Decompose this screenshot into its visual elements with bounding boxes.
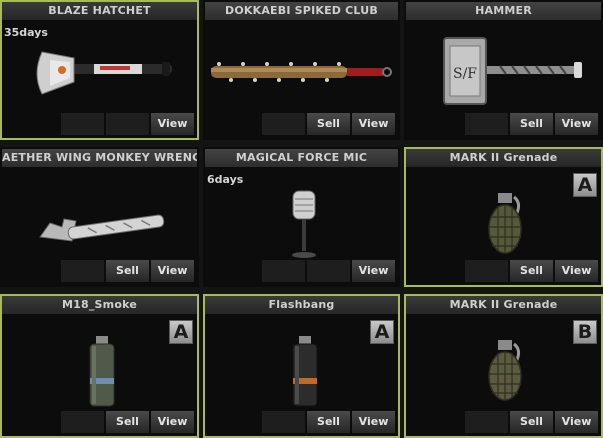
item-name: MARK II Grenade bbox=[406, 296, 601, 314]
wrench-icon bbox=[2, 169, 197, 257]
spiked-club-icon bbox=[205, 22, 398, 110]
item-card-dokkaebi-spiked-club[interactable]: DOKKAEBI SPIKED CLUB Sell View bbox=[203, 0, 400, 140]
item-name: MARK II Grenade bbox=[406, 149, 601, 167]
action-bar: Sell View bbox=[262, 113, 395, 135]
view-button[interactable]: View bbox=[352, 113, 395, 135]
empty-slot bbox=[465, 260, 508, 282]
sell-button[interactable]: Sell bbox=[510, 411, 553, 433]
action-bar: Sell View bbox=[465, 113, 598, 135]
item-card-magical-force-mic[interactable]: MAGICAL FORCE MIC 6days View bbox=[203, 147, 400, 287]
view-button[interactable]: View bbox=[151, 260, 194, 282]
microphone-icon bbox=[205, 169, 398, 258]
hammer-icon: S/F bbox=[406, 22, 601, 110]
action-bar: Sell View bbox=[61, 260, 194, 282]
inventory-grid: BLAZE HATCHET 35days View DOKKAEBI SPIKE… bbox=[0, 0, 603, 438]
empty-slot bbox=[262, 113, 305, 135]
item-name: DOKKAEBI SPIKED CLUB bbox=[205, 2, 398, 20]
sell-button[interactable]: Sell bbox=[510, 113, 553, 135]
empty-slot bbox=[465, 113, 508, 135]
view-button[interactable]: View bbox=[151, 113, 194, 135]
flashbang-icon bbox=[205, 316, 398, 408]
item-name: AETHER WING MONKEY WRENCH bbox=[2, 149, 197, 167]
sell-button[interactable]: Sell bbox=[510, 260, 553, 282]
item-card-mark-ii-grenade-b[interactable]: MARK II Grenade B Sell View bbox=[404, 294, 603, 438]
empty-slot bbox=[106, 113, 149, 135]
sell-button[interactable]: Sell bbox=[106, 411, 149, 433]
hammer-emblem: S/F bbox=[453, 66, 477, 82]
view-button[interactable]: View bbox=[555, 411, 598, 433]
action-bar: View bbox=[61, 113, 194, 135]
item-card-m18-smoke[interactable]: M18_Smoke A Sell View bbox=[0, 294, 199, 438]
item-name: HAMMER bbox=[406, 2, 601, 20]
view-button[interactable]: View bbox=[555, 260, 598, 282]
empty-slot bbox=[307, 260, 350, 282]
action-bar: Sell View bbox=[465, 411, 598, 433]
empty-slot bbox=[262, 260, 305, 282]
sell-button[interactable]: Sell bbox=[307, 113, 350, 135]
item-card-flashbang[interactable]: Flashbang A Sell View bbox=[203, 294, 400, 438]
item-name: M18_Smoke bbox=[2, 296, 197, 314]
empty-slot bbox=[61, 260, 104, 282]
view-button[interactable]: View bbox=[555, 113, 598, 135]
item-card-hammer[interactable]: HAMMER S/F Sell View bbox=[404, 0, 603, 140]
empty-slot bbox=[465, 411, 508, 433]
frag-grenade-icon bbox=[406, 169, 601, 257]
action-bar: View bbox=[262, 260, 395, 282]
item-card-blaze-hatchet[interactable]: BLAZE HATCHET 35days View bbox=[0, 0, 199, 140]
view-button[interactable]: View bbox=[151, 411, 194, 433]
smoke-grenade-icon bbox=[2, 316, 197, 408]
empty-slot bbox=[61, 411, 104, 433]
action-bar: Sell View bbox=[262, 411, 395, 433]
action-bar: Sell View bbox=[61, 411, 194, 433]
item-name: Flashbang bbox=[205, 296, 398, 314]
empty-slot bbox=[262, 411, 305, 433]
item-card-aether-wing-monkey-wrench[interactable]: AETHER WING MONKEY WRENCH Sell View bbox=[0, 147, 199, 287]
empty-slot bbox=[61, 113, 104, 135]
view-button[interactable]: View bbox=[352, 411, 395, 433]
sell-button[interactable]: Sell bbox=[307, 411, 350, 433]
item-name: MAGICAL FORCE MIC bbox=[205, 149, 398, 167]
frag-grenade-icon bbox=[406, 316, 601, 408]
item-card-mark-ii-grenade-a[interactable]: MARK II Grenade A Sell View bbox=[404, 147, 603, 287]
sell-button[interactable]: Sell bbox=[106, 260, 149, 282]
item-name: BLAZE HATCHET bbox=[2, 2, 197, 20]
action-bar: Sell View bbox=[465, 260, 598, 282]
view-button[interactable]: View bbox=[352, 260, 395, 282]
hatchet-icon bbox=[2, 22, 197, 110]
